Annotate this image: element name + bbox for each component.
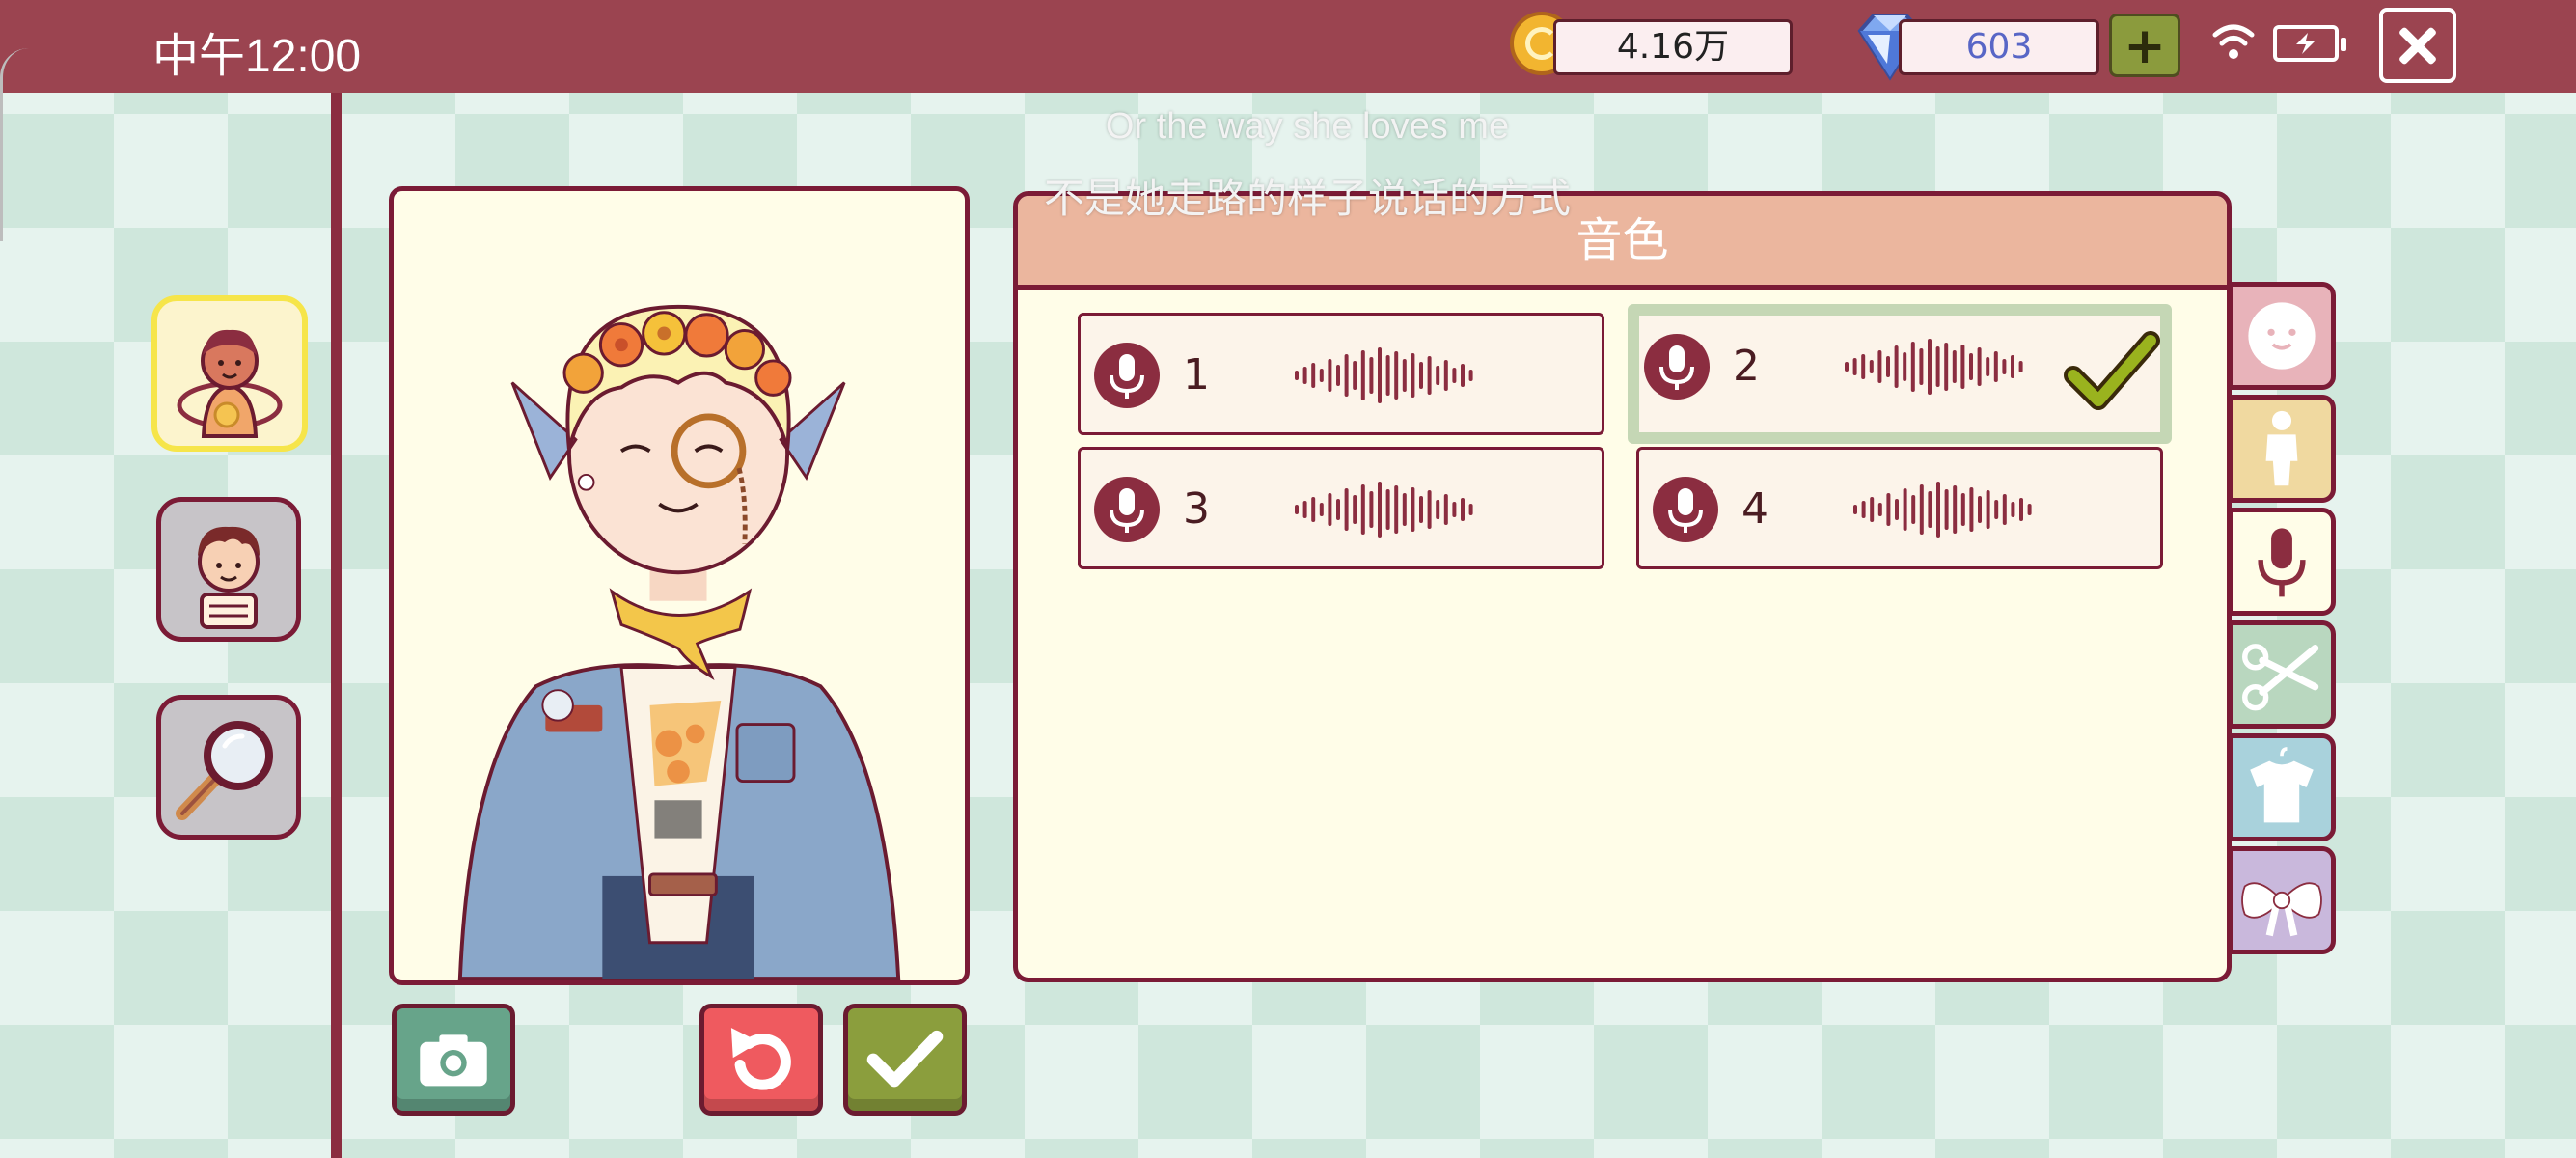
- character-portrait: [457, 304, 901, 980]
- battery-icon: [2273, 25, 2346, 62]
- body-icon: [2265, 410, 2298, 486]
- wifi-icon: [2212, 24, 2255, 59]
- sidebar-divider: [331, 93, 342, 1158]
- microphone-icon: [1094, 477, 1160, 542]
- microphone-icon: [1653, 477, 1718, 542]
- sound-wave-icon: [1853, 482, 2032, 538]
- character-preview: [389, 186, 970, 985]
- camera-icon: [420, 1034, 487, 1087]
- microphone-tab-icon: [2258, 528, 2306, 597]
- sound-wave-icon: [1295, 347, 1473, 403]
- coin-balance: 4.16万: [1553, 19, 1793, 75]
- subtitle-line-english: Or the way she loves me: [1105, 106, 1510, 147]
- character-customize-icon: [177, 329, 283, 438]
- voice-option-label: 2: [1733, 342, 1760, 391]
- sound-wave-icon: [1845, 339, 2023, 395]
- shirt-hanger-icon: [2250, 747, 2314, 823]
- voice-panel: 音色 1 2 3 4: [1013, 191, 2232, 982]
- scissors-icon: [2242, 644, 2319, 711]
- voice-option-1[interactable]: 1: [1078, 313, 1604, 435]
- character-customize-tab[interactable]: [151, 295, 308, 452]
- voice-option-label: 3: [1183, 484, 1210, 534]
- confirm-button[interactable]: [843, 1004, 967, 1116]
- undo-icon: [730, 1028, 791, 1090]
- subtitle-line-chinese: 不是她走路的样子说话的方式: [1043, 176, 1571, 221]
- voice-option-4[interactable]: 4: [1636, 447, 2163, 569]
- microphone-icon: [1644, 334, 1710, 400]
- voice-option-3[interactable]: 3: [1078, 447, 1604, 569]
- bow-icon: [2241, 882, 2322, 937]
- sound-wave-icon: [1295, 482, 1473, 538]
- clock: 中午12:00: [152, 31, 362, 82]
- magnifier-icon: [176, 721, 273, 820]
- tab-clothes[interactable]: [2228, 733, 2336, 841]
- top-status-bar: [0, 0, 2576, 93]
- face-icon: [2248, 302, 2316, 370]
- gem-balance: 603: [1899, 19, 2099, 75]
- voice-option-label: 4: [1741, 484, 1768, 534]
- swipe-edge-indicator: [0, 48, 32, 241]
- check-icon: [866, 1030, 944, 1088]
- selected-check-icon: [2064, 331, 2160, 410]
- close-button[interactable]: [2379, 8, 2456, 83]
- microphone-icon: [1094, 343, 1160, 408]
- tab-face[interactable]: [2228, 282, 2336, 390]
- tab-hair[interactable]: [2228, 620, 2336, 729]
- reset-button[interactable]: [699, 1004, 823, 1116]
- search-tab[interactable]: [156, 695, 301, 840]
- add-gems-button[interactable]: +: [2109, 14, 2180, 77]
- camera-button[interactable]: [392, 1004, 515, 1116]
- voice-option-2[interactable]: 2: [1628, 304, 2172, 444]
- tab-accessory[interactable]: [2228, 846, 2336, 954]
- character-profile-icon: [198, 526, 260, 629]
- tab-voice[interactable]: [2228, 508, 2336, 616]
- tab-body[interactable]: [2228, 395, 2336, 503]
- character-profile-tab[interactable]: [156, 497, 301, 642]
- voice-option-label: 1: [1183, 350, 1210, 400]
